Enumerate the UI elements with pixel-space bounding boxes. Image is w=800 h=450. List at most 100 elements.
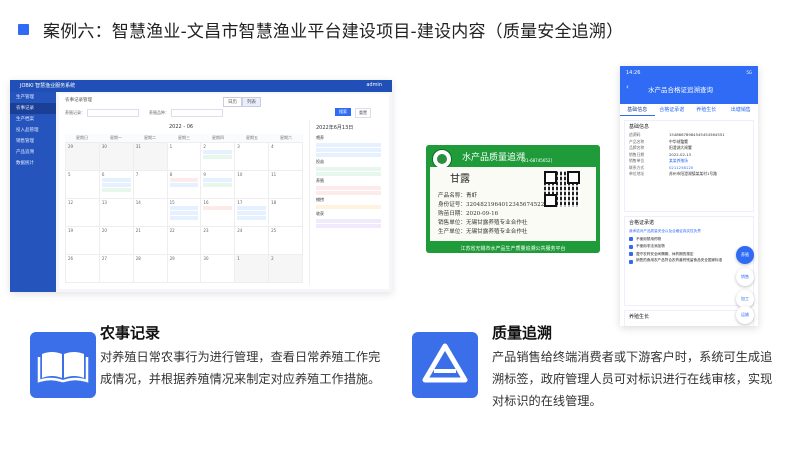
qr-code-icon [544, 171, 580, 207]
search-button[interactable]: 搜索 [335, 108, 351, 116]
checkbox-icon [629, 252, 633, 257]
calendar-event[interactable] [101, 183, 131, 187]
calendar-event[interactable] [169, 211, 199, 215]
calendar-event[interactable] [101, 178, 131, 182]
day-record[interactable] [316, 191, 381, 195]
certificate-title: 水产品质量追溯 [462, 153, 526, 163]
calendar-day[interactable]: 21 [133, 227, 168, 255]
calendar-day[interactable]: 11 [269, 171, 303, 199]
calendar-day[interactable]: 23 [201, 227, 236, 255]
calendar-event[interactable] [203, 150, 233, 154]
species-select[interactable] [171, 109, 223, 117]
calendar-event[interactable] [237, 216, 267, 220]
calendar-event[interactable] [203, 178, 233, 182]
info-value: 苏州市阳澄湖镇某某村1号路 [669, 171, 717, 176]
calendar-event[interactable] [169, 206, 199, 210]
calendar-day[interactable]: 30 [201, 255, 236, 283]
calendar-day[interactable]: 1 [167, 143, 202, 171]
tab-promise[interactable]: 合格证承诺 [655, 104, 690, 116]
calendar-day[interactable]: 24 [235, 227, 270, 255]
day-record[interactable] [316, 172, 381, 176]
calendar-day[interactable]: 20 [99, 227, 134, 255]
calendar-day[interactable]: 10 [235, 171, 270, 199]
weekday: 星期五 [246, 135, 258, 140]
fab-breeding[interactable]: 养殖 [736, 246, 754, 264]
calendar-event[interactable] [203, 206, 233, 210]
day-record[interactable] [316, 148, 381, 152]
calendar-grid: 29 30 31 1 2 3 4 5 6 7 8 9 10 11 12 13 14 15 16 17 18 19 20 21 2… [65, 142, 303, 283]
calendar-day-number: 21 [135, 228, 141, 233]
calendar-day-number: 18 [271, 200, 277, 205]
day-record[interactable] [316, 205, 381, 209]
day-record[interactable] [316, 167, 381, 171]
calendar-event[interactable] [237, 206, 267, 210]
fab-transport[interactable]: 运输 [736, 306, 754, 324]
calendar-day[interactable]: 29 [66, 143, 100, 171]
calendar-event[interactable] [169, 178, 199, 182]
calendar-day[interactable]: 29 [167, 255, 202, 283]
tab-calendar[interactable]: 日历 [223, 97, 242, 107]
calendar-day[interactable]: 25 [269, 227, 303, 255]
calendar-day[interactable]: 2 [201, 143, 236, 171]
calendar-day-number: 19 [68, 228, 74, 233]
app-user[interactable]: admin [366, 82, 382, 88]
day-record[interactable] [316, 153, 381, 157]
calendar-day[interactable]: 26 [66, 255, 100, 283]
calendar-day[interactable]: 27 [99, 255, 134, 283]
sidebar-item-archive[interactable]: 生产档案 [10, 114, 56, 125]
sidebar-item-sales[interactable]: 销售管理 [10, 136, 56, 147]
record-select[interactable] [87, 109, 139, 117]
day-record[interactable] [316, 224, 381, 228]
calendar-day[interactable]: 2 [269, 255, 303, 283]
day-record[interactable] [316, 186, 381, 190]
calendar-day[interactable]: 19 [66, 227, 100, 255]
calendar-event[interactable] [203, 155, 233, 159]
calendar-day[interactable]: 31 [133, 143, 168, 171]
sidebar-item-inputs[interactable]: 投入品管理 [10, 125, 56, 136]
tab-growth[interactable]: 养殖生长 [689, 104, 724, 116]
calendar-day-number: 9 [203, 172, 206, 177]
calendar-day[interactable]: 14 [133, 199, 168, 227]
calendar-day-number: 17 [237, 200, 243, 205]
calendar-day[interactable]: 22 [167, 227, 202, 255]
calendar-day[interactable]: 4 [269, 143, 303, 171]
calendar-day[interactable]: 5 [66, 171, 100, 199]
calendar-day[interactable]: 18 [269, 199, 303, 227]
calendar-day-number: 1 [169, 144, 173, 149]
calendar-event[interactable] [169, 183, 199, 187]
calendar-day-number: 2 [271, 256, 274, 261]
back-icon[interactable]: ‹ [626, 83, 629, 91]
calendar-day[interactable]: 12 [66, 199, 100, 227]
tab-basic-info[interactable]: 基础信息 [620, 104, 655, 116]
calendar-day[interactable]: 9 [201, 171, 236, 199]
day-record[interactable] [316, 219, 381, 223]
calendar-event[interactable] [237, 211, 267, 215]
calendar-day[interactable]: 30 [99, 143, 134, 171]
reset-button[interactable]: 重置 [355, 108, 371, 118]
fab-sales[interactable]: 销售 [736, 268, 754, 286]
calendar-day[interactable]: 17 [235, 199, 270, 227]
calendar-day[interactable]: 3 [235, 143, 270, 171]
calendar-event[interactable] [203, 183, 233, 187]
calendar-day[interactable]: 6 [99, 171, 134, 199]
tab-sales[interactable]: 出塘销售 [724, 104, 759, 116]
growth-heading: 养殖生长 [629, 314, 650, 320]
calendar-day[interactable]: 7 [133, 171, 168, 199]
day-record[interactable] [316, 143, 381, 147]
calendar-day[interactable]: 1 [235, 255, 270, 283]
app-sidebar: 生产管理 农事记录 生产档案 投入品管理 销售管理 产品追溯 数据统计 [10, 92, 56, 292]
calendar-day[interactable]: 16 [201, 199, 236, 227]
calendar-event[interactable] [101, 188, 131, 192]
tab-list[interactable]: 列表 [242, 97, 261, 107]
sidebar-item-trace[interactable]: 产品追溯 [10, 147, 56, 158]
calendar-event[interactable] [169, 216, 199, 220]
calendar-day[interactable]: 28 [133, 255, 168, 283]
calendar-day[interactable]: 8 [167, 171, 202, 199]
calendar-day[interactable]: 15 [167, 199, 202, 227]
calendar-day[interactable]: 13 [99, 199, 134, 227]
filter-label-species: 养殖品种： [149, 110, 169, 115]
sidebar-item-farm-record[interactable]: 农事记录 [10, 103, 56, 114]
calendar-day-number: 29 [68, 144, 74, 149]
sidebar-item-stats[interactable]: 数据统计 [10, 158, 56, 169]
sidebar-item-production[interactable]: 生产管理 [10, 92, 56, 103]
